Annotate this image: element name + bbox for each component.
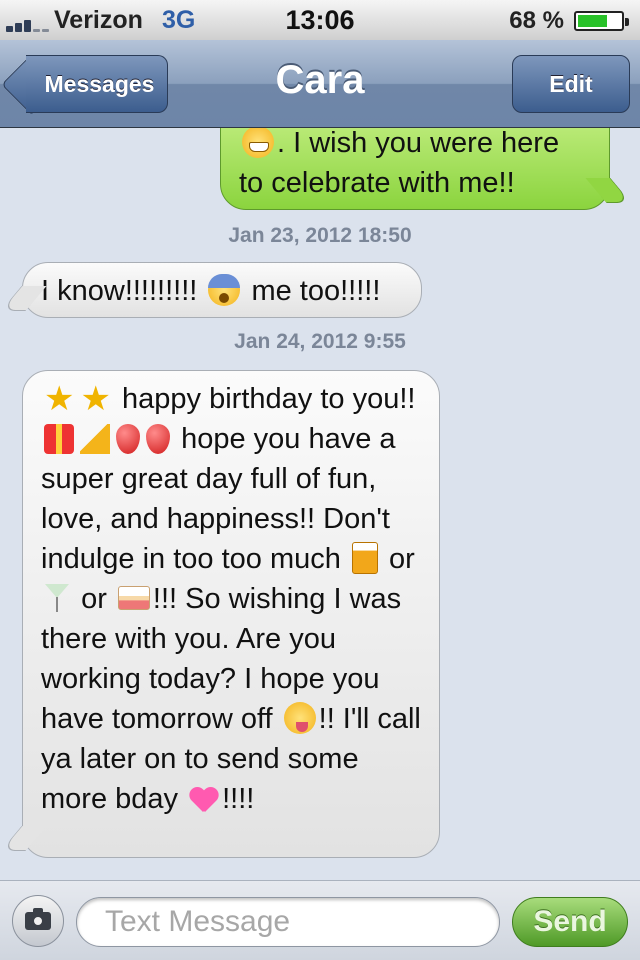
star-emoji-icon: ★ <box>80 380 111 418</box>
battery-icon <box>574 11 629 31</box>
beer-mug-emoji-icon <box>351 542 378 574</box>
text-message-input[interactable]: Text Message <box>76 897 500 947</box>
message-text: happy birthday to you!! <box>122 383 416 415</box>
balloon-emoji-icon <box>116 424 140 454</box>
martini-emoji-icon <box>44 582 70 614</box>
sent-message-bubble[interactable]: . I wish you were here to celebrate with… <box>220 128 610 210</box>
balloon-emoji-icon <box>146 424 170 454</box>
navigation-bar: Messages Cara Edit <box>0 40 640 128</box>
edit-button[interactable]: Edit <box>512 55 630 113</box>
gift-emoji-icon <box>44 424 74 454</box>
status-bar: Verizon 3G 13:06 68 % <box>0 0 640 40</box>
grinning-emoji-icon <box>242 128 274 158</box>
message-text: me too!!!!! <box>251 275 381 307</box>
message-text: I know!!!!!!!!! <box>41 275 198 307</box>
message-timestamp: Jan 23, 2012 18:50 <box>228 224 412 247</box>
camera-button[interactable] <box>12 895 64 947</box>
battery-percent: 68 % <box>509 7 564 34</box>
received-message-bubble[interactable]: ★ ★ happy birthday to you!! hope you have… <box>22 370 440 858</box>
message-timestamp: Jan 24, 2012 9:55 <box>234 330 406 353</box>
message-text: or <box>389 543 415 575</box>
send-button[interactable]: Send <box>512 897 628 947</box>
fearful-face-emoji-icon <box>208 274 241 306</box>
message-text: . I wish you were here to celebrate with… <box>239 128 560 199</box>
message-input-bar: Text Message Send <box>0 880 640 960</box>
pink-heart-emoji-icon <box>189 786 219 814</box>
star-emoji-icon: ★ <box>44 380 75 418</box>
received-message-bubble[interactable]: I know!!!!!!!!! me too!!!!! <box>22 262 422 318</box>
cake-emoji-icon <box>117 586 150 610</box>
message-text: or <box>81 583 107 615</box>
message-text: !!!! <box>222 783 255 815</box>
party-popper-emoji-icon <box>80 424 110 454</box>
message-list[interactable]: . I wish you were here to celebrate with… <box>0 128 640 880</box>
winking-tongue-emoji-icon <box>283 702 316 734</box>
